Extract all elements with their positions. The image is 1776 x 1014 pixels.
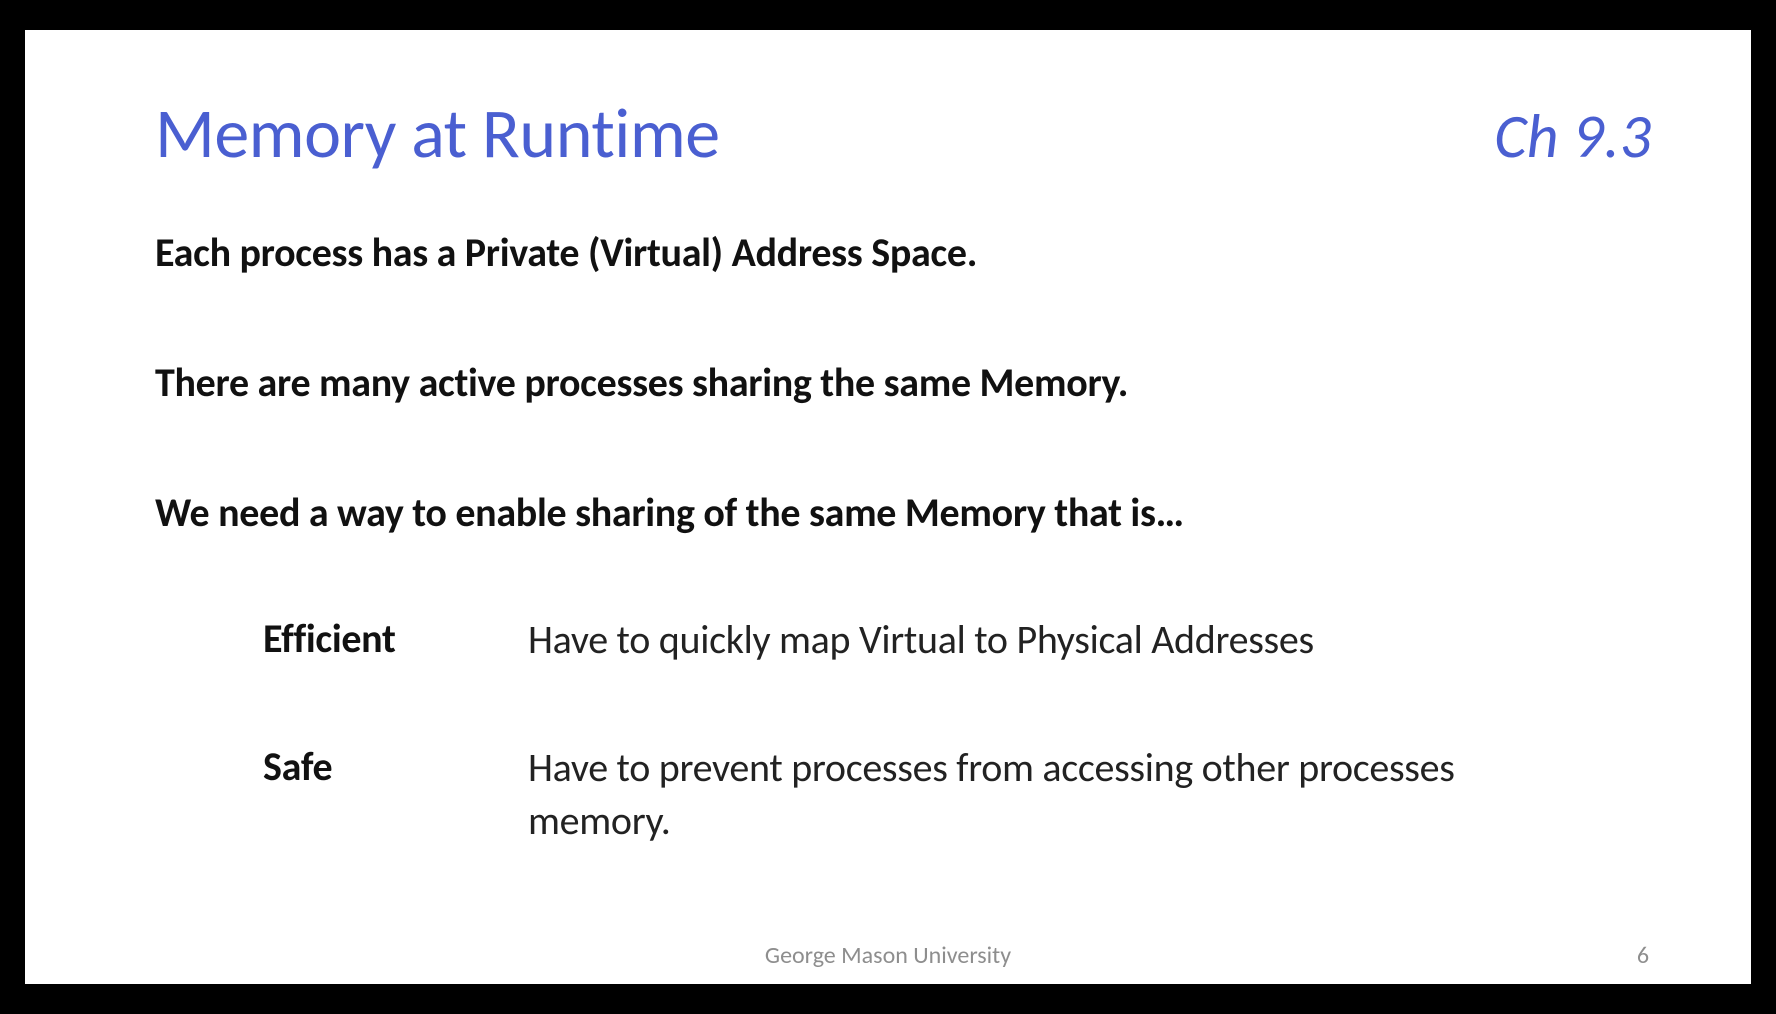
footer-organization: George Mason University bbox=[25, 941, 1751, 970]
slide-title: Memory at Runtime bbox=[155, 90, 720, 176]
requirement-label-efficient: Efficient bbox=[263, 614, 528, 663]
chapter-label: Ch 9.3 bbox=[1494, 98, 1651, 174]
body-line-2: There are many active processes sharing … bbox=[155, 358, 1128, 407]
footer-page-number: 6 bbox=[1637, 941, 1649, 970]
requirement-label-safe: Safe bbox=[263, 742, 528, 791]
requirement-desc-efficient: Have to quickly map Virtual to Physical … bbox=[528, 614, 1548, 667]
requirement-desc-safe: Have to prevent processes from accessing… bbox=[528, 742, 1548, 848]
requirement-safe-row: Safe Have to prevent processes from acce… bbox=[263, 742, 1691, 848]
requirement-efficient-row: Efficient Have to quickly map Virtual to… bbox=[263, 614, 1691, 667]
slide: Memory at Runtime Ch 9.3 Each process ha… bbox=[25, 30, 1751, 984]
body-line-3: We need a way to enable sharing of the s… bbox=[155, 488, 1184, 537]
body-line-1: Each process has a Private (Virtual) Add… bbox=[155, 228, 977, 277]
